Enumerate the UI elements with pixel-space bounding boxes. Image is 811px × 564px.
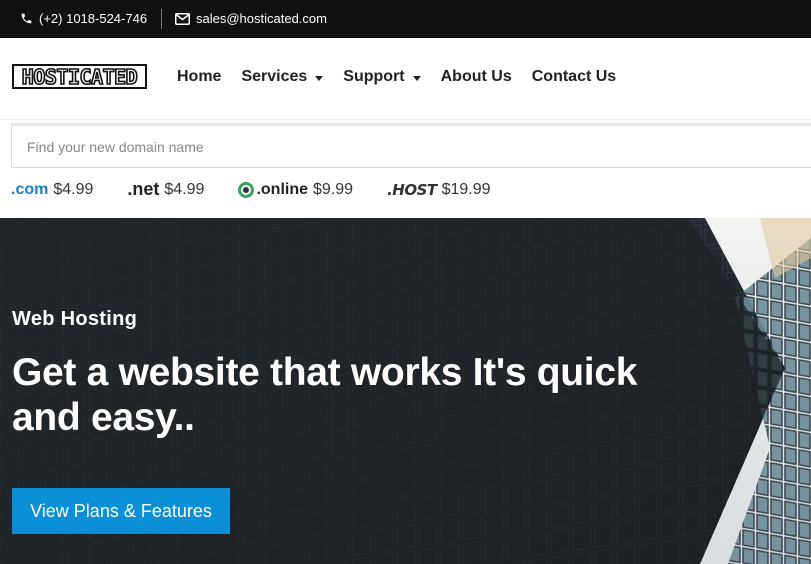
site-header: HOSTICATED Home Services Support About U… [0,38,811,119]
nav-home-label: Home [177,68,222,85]
site-logo[interactable]: HOSTICATED [12,64,147,89]
tld-com-logo: .com [11,180,49,198]
tld-net-logo: .net [127,179,160,199]
email-address: sales@hosticated.com [196,11,327,26]
hero-eyebrow: Web Hosting [12,308,138,330]
nav-contact-label: Contact Us [531,68,617,85]
hero-title: Get a website that works It's quick and … [12,351,638,439]
tld-online-price: $9.99 [313,180,354,198]
email-contact[interactable]: sales@hosticated.com [175,11,327,26]
view-plans-button[interactable]: View Plans & Features [12,488,230,534]
chevron-down-icon [315,75,324,81]
main-nav: Home Services Support About Us Contact U… [177,68,636,86]
tld-com[interactable]: .com $4.99 [11,181,93,199]
domain-search-input[interactable] [11,123,811,168]
topbar-divider [161,9,162,29]
hero-section: Web Hosting Get a website that works It'… [0,218,811,564]
nav-support[interactable]: Support [343,68,421,86]
tld-host[interactable]: .HOST $19.99 [387,181,490,199]
phone-number: (+2) 1018-524-746 [39,11,148,26]
logo-text: HOSTICATED [21,64,139,89]
tld-online-logo: .online [256,180,309,198]
tld-price-list: .com $4.99 .net $4.99 .online $9.99 .HOS… [11,179,525,200]
nav-support-label: Support [343,68,405,85]
nav-home[interactable]: Home [177,68,221,86]
tld-host-logo: .HOST [387,180,437,199]
envelope-icon [175,12,190,25]
nav-contact[interactable]: Contact Us [532,68,616,86]
tld-host-price: $19.99 [441,180,491,198]
top-bar: (+2) 1018-524-746 sales@hosticated.com [0,0,811,38]
chevron-down-icon [412,75,421,81]
tld-net-price: $4.99 [164,180,205,198]
nav-about[interactable]: About Us [441,68,512,86]
online-ring-icon [238,181,255,198]
phone-icon [20,12,33,25]
tld-com-price: $4.99 [53,180,94,198]
nav-services-label: Services [241,68,308,85]
phone-contact[interactable]: (+2) 1018-524-746 [20,11,147,26]
domain-search-section: .com $4.99 .net $4.99 .online $9.99 .HOS… [0,119,811,218]
nav-services[interactable]: Services [241,68,324,86]
tld-online[interactable]: .online $9.99 [238,181,353,199]
nav-about-label: About Us [440,68,512,85]
tld-net[interactable]: .net $4.99 [127,179,204,200]
